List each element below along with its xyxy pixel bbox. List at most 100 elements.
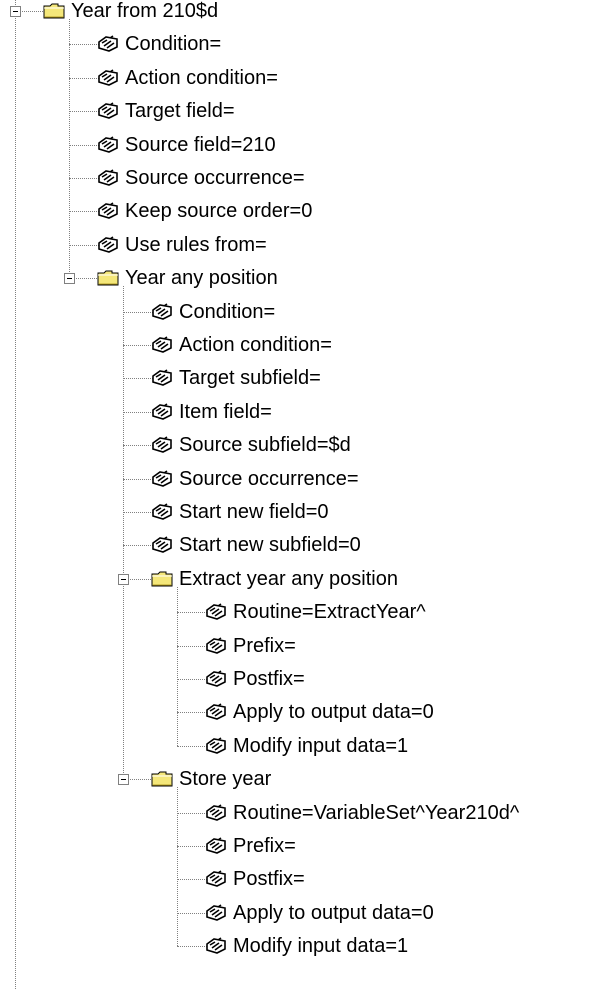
tree-node-label: Target subfield= bbox=[179, 367, 321, 390]
tree-node-label: Postfix= bbox=[233, 868, 305, 891]
property-tag-icon bbox=[206, 737, 226, 754]
tree-property-node[interactable]: Condition= bbox=[173, 297, 275, 327]
tree-node-label: Modify input data=1 bbox=[233, 734, 409, 757]
property-tag-icon bbox=[152, 369, 172, 387]
tree-branch-line bbox=[69, 144, 99, 146]
property-tag-icon bbox=[152, 302, 172, 320]
tree-guide-line bbox=[123, 286, 124, 780]
tree-node-label: Source subfield=$d bbox=[179, 434, 351, 457]
property-tag-icon bbox=[206, 904, 226, 921]
tree-branch-line bbox=[123, 512, 153, 513]
tree-property-node[interactable]: Condition= bbox=[119, 29, 221, 59]
property-tag-icon bbox=[152, 436, 172, 454]
tree-property-node[interactable]: Prefix= bbox=[227, 831, 296, 861]
tree-branch-line bbox=[69, 211, 99, 213]
tree-property-node[interactable]: Postfix= bbox=[227, 664, 305, 694]
property-tag-icon bbox=[98, 102, 118, 120]
tree-node-label: Keep source order=0 bbox=[125, 200, 313, 223]
tree-node-label: Routine=ExtractYear^ bbox=[233, 601, 426, 624]
tree-property-node[interactable]: Action condition= bbox=[173, 330, 332, 360]
property-tag-icon bbox=[98, 35, 118, 53]
tree-property-node[interactable]: Start new field=0 bbox=[173, 497, 329, 527]
property-tag-icon bbox=[98, 135, 118, 153]
property-tag-icon bbox=[206, 870, 226, 888]
folder-icon bbox=[151, 571, 173, 587]
tree-property-node[interactable]: Source subfield=$d bbox=[173, 430, 351, 460]
tree-branch-line bbox=[69, 178, 99, 179]
tree-folder-node[interactable]: Year from 210$d bbox=[65, 0, 218, 26]
tree-branch-line bbox=[177, 879, 207, 881]
property-tag-icon bbox=[206, 937, 226, 955]
tree-property-node[interactable]: Use rules from= bbox=[119, 230, 267, 260]
tree-branch-line bbox=[177, 745, 207, 747]
tree-branch-line bbox=[123, 311, 153, 313]
collapse-box-icon[interactable] bbox=[64, 273, 75, 285]
tree-property-node[interactable]: Source field=210 bbox=[119, 130, 276, 160]
tree-guide-line bbox=[69, 19, 70, 279]
tree-node-label: Apply to output data=0 bbox=[233, 701, 434, 724]
tree-property-node[interactable]: Target subfield= bbox=[173, 363, 321, 393]
tree-node-label: Year from 210$d bbox=[71, 0, 219, 22]
tree-property-node[interactable]: Target field= bbox=[119, 96, 235, 126]
tree-folder-node[interactable]: Year any position bbox=[119, 263, 278, 293]
property-tag-icon bbox=[206, 803, 226, 821]
tree-branch-line bbox=[69, 44, 99, 46]
tree-property-node[interactable]: Modify input data=1 bbox=[227, 931, 408, 961]
collapse-box-icon[interactable] bbox=[10, 6, 21, 17]
property-tag-icon bbox=[98, 202, 118, 220]
tree-node-label: Condition= bbox=[179, 300, 276, 323]
property-tag-icon bbox=[152, 536, 172, 554]
property-tag-icon bbox=[152, 403, 172, 420]
tree-node-label: Action condition= bbox=[179, 334, 332, 356]
tree-branch-line bbox=[177, 679, 207, 680]
property-tag-icon bbox=[206, 603, 226, 621]
tree-branch-line bbox=[177, 612, 207, 614]
tree-property-node[interactable]: Source occurrence= bbox=[119, 163, 305, 193]
property-tag-icon bbox=[98, 236, 118, 253]
folder-icon bbox=[43, 3, 65, 19]
property-tag-icon bbox=[206, 670, 226, 687]
tree-branch-line bbox=[123, 478, 153, 480]
tree-property-node[interactable]: Routine=ExtractYear^ bbox=[227, 597, 426, 627]
folder-icon bbox=[97, 270, 119, 286]
property-tag-icon bbox=[206, 837, 226, 854]
tree-branch-line bbox=[69, 77, 99, 79]
tree-node-label: Extract year any position bbox=[179, 567, 398, 590]
tree-node-label: Routine=VariableSet^Year210d^ bbox=[233, 801, 520, 824]
tree-property-node[interactable]: Action condition= bbox=[119, 63, 278, 93]
tree-node-label: Prefix= bbox=[233, 634, 296, 657]
tree-property-node[interactable]: Source occurrence= bbox=[173, 464, 359, 494]
tree-folder-node[interactable]: Store year bbox=[173, 764, 271, 794]
tree-node-label: Action condition= bbox=[125, 66, 278, 89]
tree-guide-line bbox=[177, 787, 178, 947]
property-tag-icon bbox=[152, 336, 172, 353]
tree-property-node[interactable]: Apply to output data=0 bbox=[227, 697, 434, 727]
tree-branch-line bbox=[177, 912, 207, 914]
tree-property-node[interactable]: Item field= bbox=[173, 397, 272, 427]
tree-property-node[interactable]: Prefix= bbox=[227, 631, 296, 661]
tree-node-label: Apply to output data=0 bbox=[233, 901, 434, 924]
tree-property-node[interactable]: Postfix= bbox=[227, 864, 305, 894]
property-tag-icon bbox=[206, 703, 226, 721]
tree-property-node[interactable]: Apply to output data=0 bbox=[227, 898, 434, 928]
tree-folder-node[interactable]: Extract year any position bbox=[173, 564, 398, 594]
tree-property-node[interactable]: Keep source order=0 bbox=[119, 196, 312, 226]
folder-icon bbox=[151, 771, 173, 787]
property-tag-icon bbox=[98, 69, 118, 86]
tree-property-node[interactable]: Start new subfield=0 bbox=[173, 530, 361, 560]
tree-branch-line bbox=[177, 946, 207, 948]
tree-branch-line bbox=[177, 712, 207, 714]
tree-node-label: Modify input data=1 bbox=[233, 935, 409, 958]
tree-property-node[interactable]: Routine=VariableSet^Year210d^ bbox=[227, 798, 519, 828]
tree-node-label: Source field=210 bbox=[125, 133, 276, 156]
collapse-box-icon[interactable] bbox=[118, 774, 129, 786]
tree-guide-line bbox=[177, 586, 178, 746]
collapse-box-icon[interactable] bbox=[118, 573, 129, 585]
tree-node-label: Condition= bbox=[125, 33, 222, 56]
tree-branch-line bbox=[123, 378, 153, 380]
tree-property-node[interactable]: Modify input data=1 bbox=[227, 731, 408, 761]
tree-view[interactable]: Year from 210$d Condition= Action conditio… bbox=[0, 0, 594, 989]
property-tag-icon bbox=[206, 636, 226, 654]
tree-node-label: Use rules from= bbox=[125, 233, 267, 256]
tree-node-label: Source occurrence= bbox=[179, 467, 359, 490]
